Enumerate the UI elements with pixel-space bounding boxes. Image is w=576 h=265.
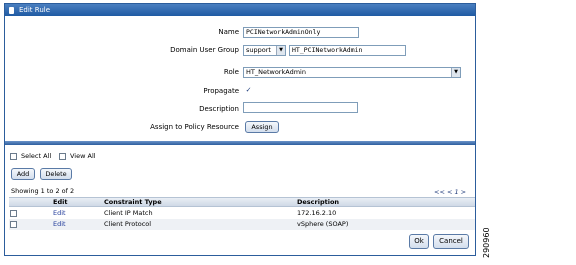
ok-button[interactable]: Ok <box>409 234 429 249</box>
row-edit-link[interactable]: Edit <box>53 219 66 229</box>
domain-select-value: support <box>246 46 271 54</box>
dialog-title-bar: Edit Rule <box>5 4 475 16</box>
select-all-checkbox[interactable] <box>10 153 17 160</box>
document-icon <box>9 6 14 14</box>
assign-button[interactable]: Assign <box>245 121 279 133</box>
section-divider <box>5 141 475 145</box>
figure-number: 290960 <box>482 227 491 258</box>
table-header: Edit Constraint Type Description <box>9 197 475 207</box>
domain-user-group-label: Domain User Group <box>170 46 239 54</box>
view-all-checkbox[interactable] <box>59 153 66 160</box>
domain-group-input[interactable]: HT_PCINetworkAdmin <box>289 45 406 56</box>
row-constraint-type: Client Protocol <box>104 220 152 228</box>
propagate-label: Propagate <box>203 87 239 95</box>
table-row: Edit Client IP Match 172.16.2.10 <box>9 208 475 219</box>
edit-rule-dialog: Edit Rule Name PCINetworkAdminOnly Domai… <box>4 3 476 256</box>
name-input[interactable]: PCINetworkAdminOnly <box>243 27 359 38</box>
column-header-description: Description <box>297 198 340 206</box>
row-description: vSphere (SOAP) <box>297 220 349 228</box>
propagate-checkbox[interactable]: ✓ <box>245 87 252 95</box>
cancel-button[interactable]: Cancel <box>433 234 469 249</box>
chevron-down-icon: ▼ <box>276 46 285 55</box>
role-label: Role <box>223 68 239 76</box>
description-input[interactable] <box>243 102 358 113</box>
column-header-edit: Edit <box>53 198 68 206</box>
showing-count: Showing 1 to 2 of 2 <box>11 187 75 195</box>
description-label: Description <box>199 105 239 113</box>
select-all-label: Select All <box>21 152 52 160</box>
row-description: 172.16.2.10 <box>297 209 337 217</box>
domain-select[interactable]: support ▼ <box>243 45 286 56</box>
dialog-title: Edit Rule <box>19 6 51 14</box>
assign-policy-label: Assign to Policy Resource <box>150 123 239 131</box>
row-constraint-type: Client IP Match <box>104 209 153 217</box>
add-button[interactable]: Add <box>11 168 35 180</box>
row-checkbox[interactable] <box>10 210 17 217</box>
role-select-value: HT_NetworkAdmin <box>246 68 306 76</box>
row-checkbox[interactable] <box>10 221 17 228</box>
delete-button[interactable]: Delete <box>40 168 72 180</box>
name-label: Name <box>218 28 239 36</box>
view-all-label: View All <box>70 152 96 160</box>
role-select[interactable]: HT_NetworkAdmin ▼ <box>243 67 461 78</box>
row-edit-link[interactable]: Edit <box>53 208 66 218</box>
column-header-constraint-type: Constraint Type <box>104 198 162 206</box>
chevron-down-icon: ▼ <box>451 68 460 77</box>
table-row: Edit Client Protocol vSphere (SOAP) <box>9 219 475 230</box>
